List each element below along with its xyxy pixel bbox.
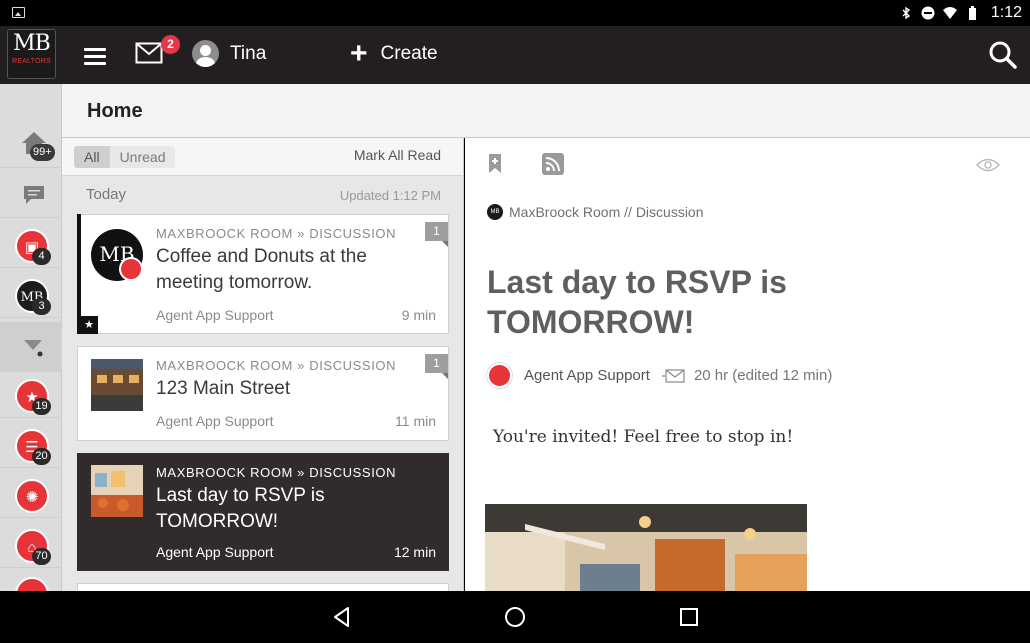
wifi-icon: [942, 7, 957, 19]
rail-item-people[interactable]: ★ 19: [0, 374, 62, 418]
rail-count: 3: [32, 298, 51, 315]
mark-all-read-button[interactable]: Mark All Read: [354, 147, 441, 163]
avatar: [192, 40, 219, 67]
post-meta: Agent App Support 20 hr (edited 12 min): [487, 363, 832, 388]
post-image[interactable]: [485, 504, 807, 591]
star-icon[interactable]: ★: [80, 316, 98, 334]
rail-item-store[interactable]: ⌂ 70: [0, 524, 62, 568]
post-body: You're invited! Feel free to stop in!: [493, 427, 794, 447]
author-avatar[interactable]: [487, 363, 512, 388]
card-crumb: MAXBROOCK ROOM » DISCUSSION: [156, 465, 397, 480]
status-icons: 1:12: [899, 3, 1022, 23]
rail-count: 99+: [30, 144, 55, 161]
app-bar: MB REALTORS 2 Tina + Create: [0, 26, 1030, 84]
email-icon: [661, 368, 685, 383]
card-crumb: MAXBROOCK ROOM » DISCUSSION: [156, 226, 397, 241]
venue-photo-thumb: [91, 465, 143, 517]
left-rail: 99+ ▣ 4 MB 3 ★ 19 ☰ 20 ✺ ⌂ 70: [0, 84, 62, 611]
plus-icon: +: [350, 37, 368, 70]
rail-item-filter[interactable]: [0, 322, 62, 372]
create-label: Create: [380, 43, 438, 64]
list-item[interactable]: MAXBROOCK ROOM » DISCUSSION 123 Main Str…: [77, 346, 449, 441]
filter-all[interactable]: All: [74, 146, 110, 168]
comment-count-badge: 1: [425, 222, 448, 247]
user-name: Tina: [230, 42, 267, 64]
lightbulb-circle: ✺: [15, 479, 49, 513]
card-title: Last day to RSVP is TOMORROW!: [156, 485, 325, 532]
maxbroock-logo-thumb: MB: [91, 229, 143, 281]
mail-badge: 2: [161, 35, 180, 54]
comment-count-badge: 1: [425, 354, 448, 379]
card-title: Coffee and Donuts at the meeting tomorro…: [156, 246, 367, 293]
rail-item-ideas[interactable]: ✺: [0, 474, 62, 518]
post-detail-panel: MB MaxBroock Room // Discussion Last day…: [465, 138, 1030, 591]
room-name: MaxBroock Room // Discussion: [509, 204, 704, 220]
post-author[interactable]: Agent App Support: [524, 367, 650, 384]
filter-bar: All Unread Mark All Read: [62, 138, 463, 176]
clock: 1:12: [990, 4, 1022, 21]
rail-count: 4: [32, 248, 51, 265]
day-group-header: Today Updated 1:12 PM: [62, 176, 463, 212]
card-author: Agent App Support: [156, 307, 274, 323]
rail-count: 70: [32, 548, 51, 565]
card-author: Agent App Support: [156, 413, 274, 429]
brand-logo[interactable]: MB REALTORS: [7, 29, 56, 79]
rail-item-home[interactable]: 99+: [0, 124, 62, 168]
status-bar: 1:12: [0, 0, 1030, 26]
card-time: 11 min: [395, 413, 436, 429]
battery-icon: [968, 6, 976, 20]
rail-count: 19: [32, 398, 51, 415]
page-header: Home: [62, 84, 1030, 138]
bluetooth-icon: [902, 6, 910, 20]
mail-icon[interactable]: [135, 42, 163, 64]
card-title: 123 Main Street: [156, 378, 291, 399]
lightbulb-icon: ✺: [25, 489, 39, 506]
rail-item-mb[interactable]: MB 3: [0, 274, 62, 318]
filter-toggle: All Unread: [74, 146, 176, 168]
rail-item-chat[interactable]: [0, 174, 62, 218]
image-notification-icon: [12, 7, 25, 18]
create-button[interactable]: + Create: [350, 37, 438, 70]
logo-subtext: REALTORS: [12, 58, 51, 65]
system-nav-bar: [0, 591, 1030, 643]
card-time: 9 min: [401, 307, 436, 323]
post-timestamp: 20 hr (edited 12 min): [693, 367, 833, 384]
room-breadcrumb[interactable]: MB MaxBroock Room // Discussion: [487, 204, 704, 220]
eye-icon[interactable]: [976, 158, 1000, 172]
updated-timestamp: Updated 1:12 PM: [339, 188, 441, 203]
do-not-disturb-icon: [921, 6, 935, 20]
rail-count: 20: [32, 448, 51, 465]
post-title: Last day to RSVP is TOMORROW!: [487, 264, 787, 340]
back-icon[interactable]: [330, 605, 354, 629]
home-nav-icon[interactable]: [503, 605, 527, 629]
chat-icon: [24, 186, 44, 204]
bookmark-add-icon[interactable]: [487, 153, 503, 175]
list-item-selected[interactable]: MAXBROOCK ROOM » DISCUSSION Last day to …: [77, 453, 449, 571]
search-icon[interactable]: [988, 40, 1018, 70]
property-photo-thumb: [91, 359, 143, 411]
room-logo-icon: MB: [487, 204, 503, 220]
rss-icon[interactable]: [542, 153, 564, 175]
day-label: Today: [86, 186, 127, 203]
rail-item-list[interactable]: ☰ 20: [0, 424, 62, 468]
card-crumb: MAXBROOCK ROOM » DISCUSSION: [156, 358, 397, 373]
list-item[interactable]: [77, 583, 449, 591]
rail-item-briefcase[interactable]: ▣ 4: [0, 224, 62, 268]
logo-text: MB: [13, 31, 51, 56]
card-time: 12 min: [393, 544, 436, 560]
list-item[interactable]: ★ MB MAXBROOCK ROOM » DISCUSSION Coffee …: [77, 214, 449, 334]
filter-unread[interactable]: Unread: [110, 146, 176, 168]
card-author: Agent App Support: [156, 544, 274, 560]
page-title: Home: [87, 100, 143, 122]
filter-icon: [24, 340, 43, 357]
user-menu[interactable]: Tina: [192, 40, 266, 67]
recents-icon[interactable]: [677, 605, 701, 629]
message-list-panel: All Unread Mark All Read Today Updated 1…: [62, 138, 464, 591]
menu-icon[interactable]: [84, 48, 106, 66]
